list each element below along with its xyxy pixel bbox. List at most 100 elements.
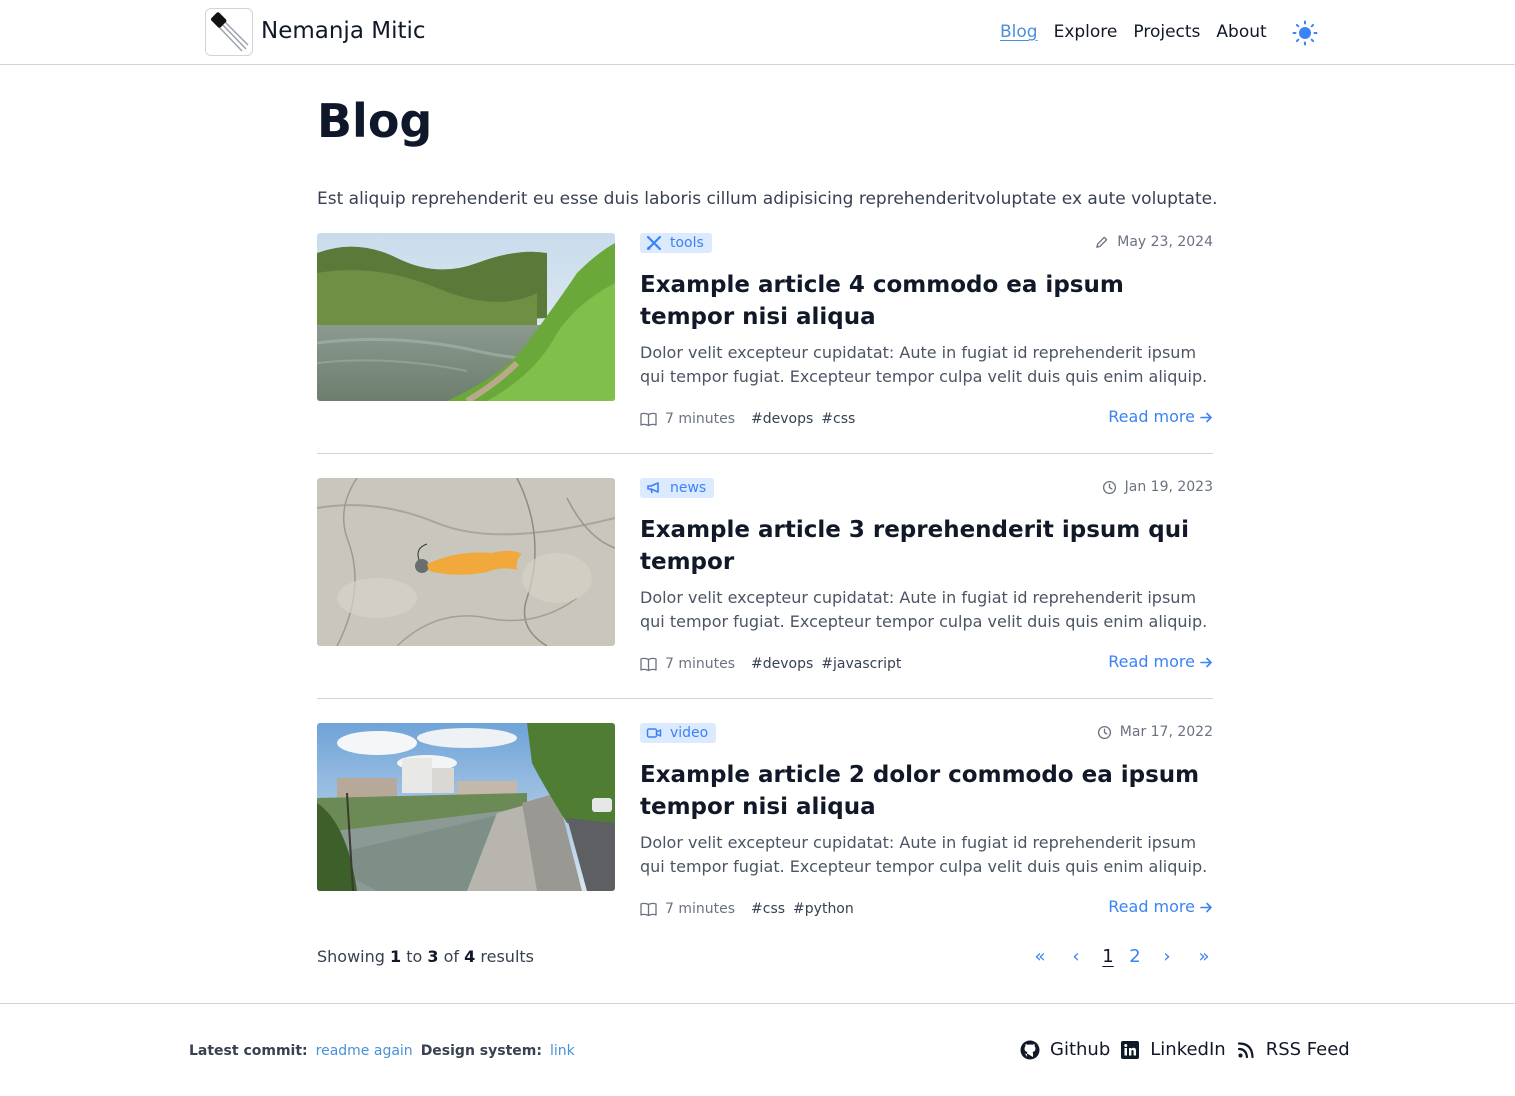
commit-link[interactable]: readme again bbox=[316, 1040, 413, 1062]
article-excerpt: Dolor velit excepteur cupidatat: Aute in… bbox=[640, 833, 1208, 876]
footer-info: Latest commit: readme again Design syste… bbox=[189, 1040, 575, 1062]
arrow-right-icon bbox=[1200, 657, 1212, 667]
book-icon bbox=[640, 412, 657, 426]
article-divider bbox=[317, 453, 1213, 454]
github-link[interactable]: Github bbox=[1020, 1038, 1110, 1062]
results-summary: Showing 1 to 3 of 4 results bbox=[317, 946, 534, 968]
article-meta: 7 minutes #devops #css bbox=[640, 409, 855, 429]
article-divider bbox=[317, 698, 1213, 699]
category-badge[interactable]: tools bbox=[640, 233, 712, 253]
tag-list: #css #python bbox=[751, 899, 854, 919]
article-card: video Mar 17, 2022 Example article 2 dol… bbox=[317, 723, 1213, 944]
video-icon bbox=[646, 728, 662, 738]
page-title: Blog bbox=[317, 94, 433, 148]
design-system-label: Design system: bbox=[420, 1043, 542, 1059]
tools-icon bbox=[646, 235, 662, 251]
date-text: Jan 19, 2023 bbox=[1124, 479, 1213, 495]
read-time: 7 minutes bbox=[665, 901, 736, 917]
category-label: news bbox=[670, 480, 707, 496]
article-date: Jan 19, 2023 bbox=[1102, 477, 1213, 497]
category-label: video bbox=[670, 725, 709, 741]
category-badge[interactable]: video bbox=[640, 723, 717, 743]
read-more-link[interactable]: Read more bbox=[1108, 651, 1213, 673]
site-title[interactable]: Nemanja Mitic bbox=[261, 15, 426, 47]
article-content: video Mar 17, 2022 Example article 2 dol… bbox=[640, 723, 1213, 923]
results-total: 4 bbox=[464, 947, 476, 966]
rss-label: RSS Feed bbox=[1265, 1039, 1350, 1060]
article-thumbnail-lure[interactable] bbox=[317, 478, 615, 646]
social-links: Github LinkedIn RSS Feed bbox=[1020, 1038, 1350, 1062]
pencil-icon bbox=[1096, 236, 1108, 248]
read-time: 7 minutes bbox=[665, 411, 736, 427]
sun-icon[interactable] bbox=[1292, 20, 1318, 46]
clock-icon bbox=[1102, 480, 1116, 494]
category-label: tools bbox=[670, 235, 704, 251]
nav-projects[interactable]: Projects bbox=[1133, 19, 1200, 47]
clock-icon bbox=[1097, 725, 1111, 739]
tag[interactable]: #devops bbox=[751, 409, 813, 429]
tag[interactable]: #python bbox=[793, 899, 854, 919]
read-time: 7 minutes bbox=[665, 656, 736, 672]
linkedin-label: LinkedIn bbox=[1150, 1039, 1226, 1060]
book-icon bbox=[640, 657, 657, 671]
first-page-button[interactable]: « bbox=[1030, 945, 1050, 969]
commit-label: Latest commit: bbox=[189, 1043, 308, 1059]
article-title[interactable]: Example article 4 commodo ea ipsum tempo… bbox=[640, 269, 1200, 333]
article-card: news Jan 19, 2023 Example article 3 repr… bbox=[317, 478, 1213, 699]
nav-blog[interactable]: Blog bbox=[1000, 19, 1038, 47]
page-intro: Est aliquip reprehenderit eu esse duis l… bbox=[317, 189, 1218, 209]
date-text: Mar 17, 2022 bbox=[1119, 724, 1213, 740]
tag[interactable]: #css bbox=[821, 409, 855, 429]
nav-explore[interactable]: Explore bbox=[1054, 19, 1118, 47]
rss-link[interactable]: RSS Feed bbox=[1236, 1038, 1350, 1062]
tag[interactable]: #css bbox=[751, 899, 785, 919]
showing-prefix: Showing bbox=[317, 947, 385, 966]
date-text: May 23, 2024 bbox=[1117, 234, 1213, 250]
read-more-label: Read more bbox=[1108, 652, 1195, 671]
article-meta: 7 minutes #css #python bbox=[640, 899, 854, 919]
arrow-right-icon bbox=[1200, 412, 1212, 422]
prev-page-button[interactable]: ‹ bbox=[1068, 945, 1084, 969]
article-title[interactable]: Example article 3 reprehenderit ipsum qu… bbox=[640, 514, 1200, 578]
article-card: tools May 23, 2024 Example article 4 com… bbox=[317, 233, 1213, 454]
site-header: Nemanja Mitic Blog Explore Projects Abou… bbox=[0, 0, 1515, 65]
read-more-link[interactable]: Read more bbox=[1108, 896, 1213, 918]
article-content: news Jan 19, 2023 Example article 3 repr… bbox=[640, 478, 1213, 678]
page-button-2[interactable]: 2 bbox=[1127, 945, 1143, 969]
category-badge[interactable]: news bbox=[640, 478, 715, 498]
tag-list: #devops #css bbox=[751, 409, 855, 429]
of-word: of bbox=[443, 947, 460, 966]
arrow-right-icon bbox=[1200, 902, 1212, 912]
github-icon bbox=[1020, 1040, 1040, 1060]
tag[interactable]: #devops bbox=[751, 654, 813, 674]
linkedin-link[interactable]: LinkedIn bbox=[1120, 1038, 1226, 1062]
results-to: 3 bbox=[427, 947, 439, 966]
pagination: « ‹ 1 2 › » bbox=[1030, 945, 1214, 969]
results-from: 1 bbox=[390, 947, 402, 966]
megaphone-icon bbox=[647, 482, 659, 494]
nav-about[interactable]: About bbox=[1216, 19, 1266, 47]
github-label: Github bbox=[1050, 1039, 1111, 1060]
article-thumbnail-city[interactable] bbox=[317, 723, 615, 891]
tag-list: #devops #javascript bbox=[751, 654, 901, 674]
next-page-button[interactable]: › bbox=[1159, 945, 1175, 969]
tag[interactable]: #javascript bbox=[821, 654, 901, 674]
read-more-link[interactable]: Read more bbox=[1108, 406, 1213, 428]
linkedin-icon bbox=[1121, 1041, 1140, 1059]
results-word: results bbox=[480, 947, 534, 966]
last-page-button[interactable]: » bbox=[1194, 945, 1214, 969]
article-meta: 7 minutes #devops #javascript bbox=[640, 654, 901, 674]
article-content: tools May 23, 2024 Example article 4 com… bbox=[640, 233, 1213, 433]
page-button-1[interactable]: 1 bbox=[1100, 945, 1116, 969]
article-excerpt: Dolor velit excepteur cupidatat: Aute in… bbox=[640, 588, 1208, 631]
site-footer: Latest commit: readme again Design syste… bbox=[0, 1003, 1515, 1096]
book-icon bbox=[640, 902, 657, 916]
design-system-link[interactable]: link bbox=[550, 1040, 575, 1062]
read-more-label: Read more bbox=[1108, 897, 1195, 916]
read-more-label: Read more bbox=[1108, 407, 1195, 426]
transistor-logo-icon[interactable] bbox=[205, 8, 253, 56]
article-title[interactable]: Example article 2 dolor commodo ea ipsum… bbox=[640, 759, 1200, 823]
article-excerpt: Dolor velit excepteur cupidatat: Aute in… bbox=[640, 343, 1208, 386]
article-thumbnail-river[interactable] bbox=[317, 233, 615, 401]
to-word: to bbox=[406, 947, 423, 966]
